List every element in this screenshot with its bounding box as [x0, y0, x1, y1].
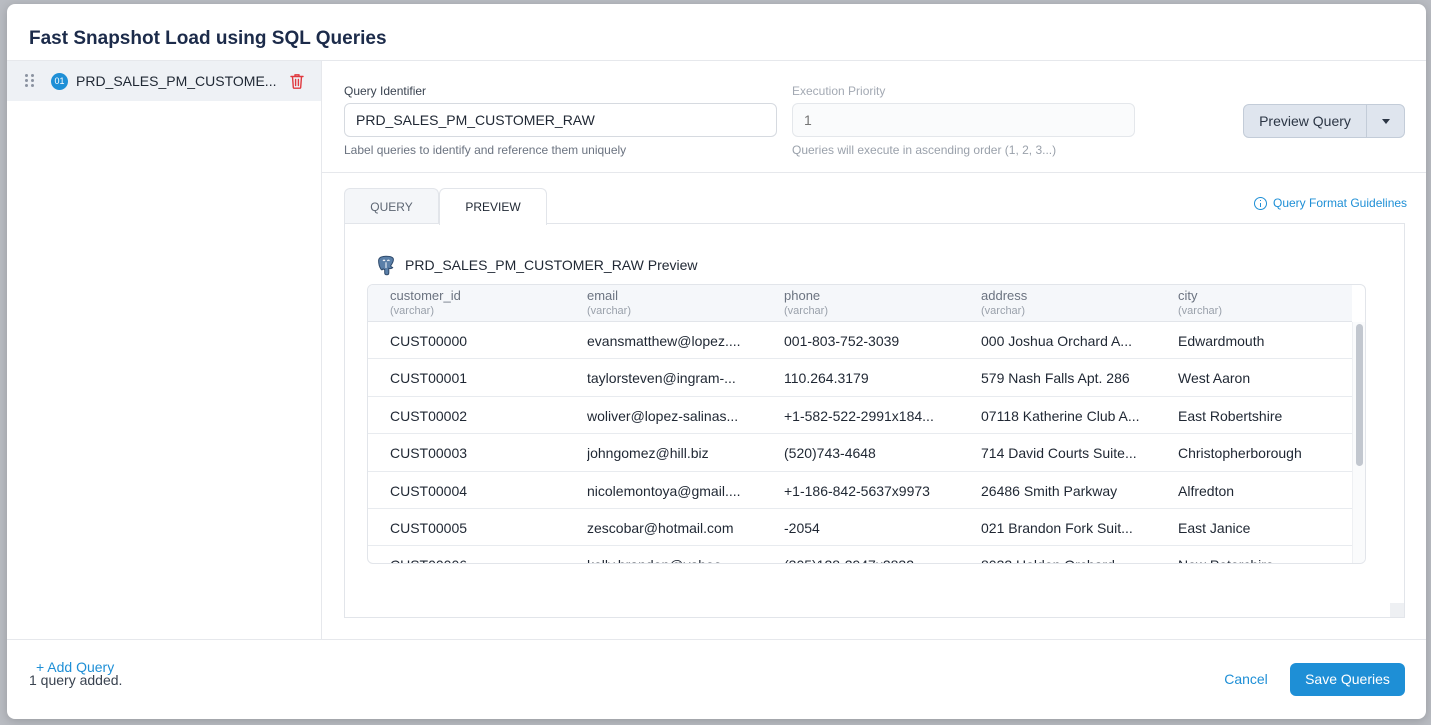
table-cell: 001-803-752-3039	[784, 333, 900, 349]
table-cell: 021 Brandon Fork Suit...	[981, 520, 1133, 536]
snapshot-load-modal: Fast Snapshot Load using SQL Queries 01 …	[7, 4, 1426, 719]
table-row: CUST00000 evansmatthew@lopez.... 001-803-7…	[368, 322, 1352, 360]
save-queries-button[interactable]: Save Queries	[1290, 663, 1405, 696]
preview-table: customer_id (varchar) email (varchar) ph…	[367, 284, 1366, 564]
tab-query[interactable]: QUERY	[344, 188, 439, 224]
table-cell: CUST00004	[390, 482, 468, 499]
guidelines-label: Query Format Guidelines	[1273, 196, 1408, 210]
table-cell: woliver@lopez-salinas...	[587, 407, 739, 424]
table-cell: +1-582-522-2991x184...	[784, 407, 934, 424]
drag-handle-icon[interactable]	[25, 74, 37, 88]
table-row: CUST00003 johngomez@hill.biz (520)743-4648…	[368, 434, 1352, 472]
query-number-badge: 01	[51, 73, 68, 90]
table-cell: 26486 Smith Parkway	[981, 482, 1118, 499]
table-row: CUST00001 taylorsteven@ingram-... 110.264.…	[368, 359, 1352, 397]
query-format-guidelines-link[interactable]: Query Format Guidelines	[1254, 196, 1407, 210]
table-cell: CUST00003	[390, 445, 468, 462]
resize-handle[interactable]	[1390, 603, 1404, 617]
column-header: city (varchar)	[1178, 288, 1222, 317]
table-cell: CUST00001	[390, 370, 468, 387]
table-cell: +1-186-842-5637x9973	[784, 482, 930, 499]
column-header: email (varchar)	[587, 288, 631, 317]
table-cell: New Peterchire	[1178, 557, 1348, 563]
scrollbar-thumb[interactable]	[1356, 324, 1363, 466]
table-cell: -2054	[784, 520, 820, 536]
table-cell: evansmatthew@lopez....	[587, 333, 741, 349]
column-type: (varchar)	[1178, 305, 1223, 317]
column-name: address	[981, 288, 1028, 303]
query-list-item-label: PRD_SALES_PM_CUSTOME...	[76, 73, 277, 89]
column-type: (varchar)	[390, 305, 435, 317]
table-cell: East Janice	[1178, 520, 1251, 536]
table-row: CUST00004 nicolemontoya@gmail.... +1-186-8…	[368, 472, 1352, 509]
table-cell: johngomez@hill.biz	[587, 445, 709, 462]
table-row: CUST00002 woliver@lopez-salinas... +1-582-…	[368, 397, 1352, 435]
table-cell: 07118 Katherine Club A...	[981, 407, 1140, 424]
table-cell: (520)743-4648	[784, 445, 876, 462]
preview-query-split-button: Preview Query	[1243, 104, 1405, 138]
table-scrollbar[interactable]	[1352, 322, 1365, 563]
postgres-icon	[375, 254, 397, 276]
tab-preview[interactable]: PREVIEW	[439, 188, 547, 225]
cancel-button[interactable]: Cancel	[1219, 663, 1273, 695]
column-name: phone	[784, 288, 821, 303]
table-cell: CUST00006	[390, 557, 575, 563]
table-row: CUST00005 zescobar@hotmail.com -2054 021 Br…	[368, 509, 1352, 547]
preview-title: PRD_SALES_PM_CUSTOMER_RAW Preview	[405, 257, 698, 273]
form-divider	[322, 172, 1426, 173]
query-identifier-input[interactable]	[344, 103, 777, 137]
table-cell: nicolemontoya@gmail....	[587, 482, 741, 499]
footer-divider	[7, 639, 1426, 640]
table-cell: kelly.brandon@yahoo...	[587, 557, 772, 563]
table-cell: Alfredton	[1178, 482, 1235, 499]
column-header: address (varchar)	[981, 288, 1027, 317]
table-cell: zescobar@hotmail.com	[587, 520, 734, 536]
column-header: customer_id (varchar)	[390, 288, 461, 317]
query-identifier-hint: Label queries to identify and reference …	[344, 143, 627, 157]
preview-panel: PRD_SALES_PM_CUSTOMER_RAW Preview custom…	[344, 223, 1405, 618]
query-identifier-label: Query Identifier	[344, 84, 427, 98]
table-cell: 579 Nash Falls Apt. 286	[981, 370, 1130, 387]
table-cell: East Robertshire	[1178, 407, 1283, 424]
column-name: customer_id	[390, 288, 461, 303]
table-cell: CUST00000	[390, 333, 468, 349]
table-cell: (305)128-2947x2832	[784, 557, 969, 563]
table-body[interactable]: CUST00000 evansmatthew@lopez.... 001-803-7…	[368, 322, 1352, 563]
table-cell: Edwardmouth	[1178, 333, 1265, 349]
table-cell: 714 David Courts Suite...	[981, 445, 1137, 462]
execution-priority-label: Execution Priority	[792, 84, 886, 98]
query-count-status: 1 query added.	[29, 672, 123, 688]
info-icon	[1254, 196, 1267, 210]
trash-icon[interactable]	[290, 73, 304, 89]
chevron-down-icon[interactable]	[1367, 105, 1404, 137]
column-header: phone (varchar)	[784, 288, 828, 317]
column-name: email	[587, 288, 619, 303]
column-type: (varchar)	[784, 305, 829, 317]
query-list-item[interactable]: 01 PRD_SALES_PM_CUSTOME...	[7, 61, 321, 101]
table-row: CUST00006 kelly.brandon@yahoo... (305)128-…	[368, 546, 1352, 563]
column-type: (varchar)	[587, 305, 632, 317]
query-sidebar: 01 PRD_SALES_PM_CUSTOME... + Add Query	[7, 61, 322, 675]
table-cell: taylorsteven@ingram-...	[587, 370, 736, 387]
table-cell: 000 Joshua Orchard A...	[981, 333, 1132, 349]
table-cell: 8032 Holden Orchard...	[981, 557, 1166, 563]
table-header: customer_id (varchar) email (varchar) ph…	[368, 285, 1352, 322]
table-cell: West Aaron	[1178, 370, 1251, 387]
column-type: (varchar)	[981, 305, 1026, 317]
table-cell: CUST00005	[390, 520, 468, 536]
execution-priority-input[interactable]	[792, 103, 1135, 137]
table-cell: Christopherborough	[1178, 445, 1302, 462]
execution-priority-hint: Queries will execute in ascending order …	[792, 143, 1057, 157]
column-name: city	[1178, 288, 1198, 303]
table-cell: CUST00002	[390, 407, 468, 424]
preview-query-button[interactable]: Preview Query	[1244, 105, 1367, 137]
modal-title: Fast Snapshot Load using SQL Queries	[29, 28, 387, 49]
table-cell: 110.264.3179	[784, 370, 869, 387]
